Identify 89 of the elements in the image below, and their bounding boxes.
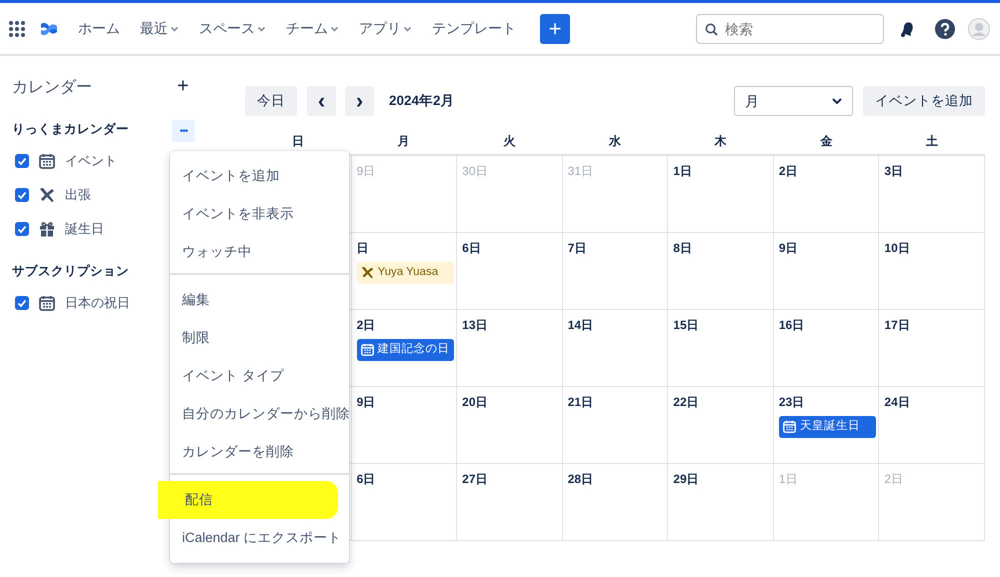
weekday-heading: 金 bbox=[819, 133, 834, 150]
menu-item[interactable]: ウォッチ中 bbox=[170, 233, 349, 271]
menu-item[interactable]: イベントを非表示 bbox=[170, 195, 349, 233]
chevron-down-icon bbox=[257, 26, 266, 32]
date-label: 9日 bbox=[778, 240, 798, 257]
nav-menu-item[interactable]: テンプレート bbox=[424, 18, 524, 39]
sidebar-title: カレンダー bbox=[12, 78, 93, 98]
calendar-name: 出張 bbox=[65, 186, 91, 204]
nav-menu-item[interactable]: 最近 bbox=[132, 18, 187, 39]
menu-item[interactable]: 編集 bbox=[170, 281, 349, 319]
weekday-heading: 月 bbox=[396, 133, 411, 150]
today-button[interactable]: 今日 bbox=[245, 86, 297, 116]
help-icon[interactable] bbox=[935, 18, 955, 38]
date-label: 3日 bbox=[884, 163, 904, 180]
event-chip[interactable]: 建国記念の日 bbox=[356, 338, 454, 360]
date-label: 6日 bbox=[356, 471, 376, 488]
weekday-heading: 水 bbox=[608, 133, 622, 150]
section-heading: りっくまカレンダー bbox=[12, 121, 130, 138]
date-label: 24日 bbox=[884, 394, 910, 411]
checkbox[interactable] bbox=[15, 154, 29, 168]
date-label: 29日 bbox=[673, 471, 699, 488]
checkbox[interactable] bbox=[15, 296, 29, 310]
weekday-heading: 土 bbox=[925, 133, 940, 150]
date-label: 2日 bbox=[884, 471, 904, 488]
nav-menu-item[interactable]: スペース bbox=[191, 18, 274, 39]
app-switcher-icon[interactable] bbox=[8, 20, 26, 38]
calendar-icon bbox=[360, 343, 374, 356]
chevron-down-icon bbox=[170, 26, 179, 32]
next-button[interactable]: › bbox=[345, 86, 374, 116]
weekday-heading: 木 bbox=[713, 133, 728, 150]
gift-icon bbox=[39, 221, 55, 237]
chevron-down-icon bbox=[330, 26, 339, 32]
menu-item[interactable]: イベント タイプ bbox=[170, 357, 349, 395]
previous-button[interactable]: ‹ bbox=[307, 86, 336, 116]
menu-item[interactable]: カレンダーを削除 bbox=[170, 433, 349, 471]
date-label: 30日 bbox=[462, 163, 488, 180]
more-button[interactable]: ••• bbox=[172, 120, 195, 142]
nav-menu-item[interactable]: アプリ bbox=[351, 18, 420, 39]
date-label: 9日 bbox=[356, 163, 376, 180]
calendar-name: イベント bbox=[65, 152, 117, 170]
menu-item[interactable]: 配信 bbox=[158, 481, 338, 519]
menu-item[interactable]: イベントを追加 bbox=[170, 157, 349, 195]
calendar-name: 誕生日 bbox=[65, 220, 104, 238]
date-label: 23日 bbox=[778, 394, 804, 411]
calendar-icon bbox=[39, 153, 55, 169]
chevron-down-icon bbox=[832, 98, 842, 104]
add-calendar-button[interactable]: + bbox=[172, 76, 194, 96]
month-title: 2024年2月 bbox=[389, 92, 455, 110]
date-label: 8日 bbox=[673, 240, 692, 257]
calendar-icon bbox=[782, 420, 796, 433]
date-label: 1日 bbox=[673, 163, 692, 180]
calendar-name: 日本の祝日 bbox=[65, 294, 130, 312]
date-label: 6日 bbox=[462, 240, 481, 257]
date-label: 20日 bbox=[462, 394, 488, 411]
section-heading: サブスクリプション bbox=[12, 263, 130, 280]
date-label: 31日 bbox=[568, 163, 594, 180]
checkbox[interactable] bbox=[15, 222, 29, 236]
chevron-down-icon bbox=[403, 26, 412, 32]
nav-menu-item[interactable]: ホーム bbox=[70, 18, 128, 39]
nav-menu-item[interactable]: チーム bbox=[278, 18, 347, 39]
date-label: 15日 bbox=[673, 317, 699, 334]
date-label: 10日 bbox=[884, 240, 910, 257]
date-label: 14日 bbox=[568, 317, 594, 334]
event-chip[interactable]: 天皇誕生日 bbox=[778, 416, 876, 438]
weekday-heading: 火 bbox=[502, 133, 516, 150]
event-chip[interactable]: Yuya Yuasa bbox=[356, 262, 454, 284]
date-label: 21日 bbox=[568, 394, 594, 411]
date-label: 9日 bbox=[356, 394, 376, 411]
date-label: 7日 bbox=[568, 240, 586, 257]
date-label: 1日 bbox=[778, 471, 798, 488]
date-label: 22日 bbox=[673, 394, 699, 411]
date-label: 13日 bbox=[462, 317, 488, 334]
date-label: 2日 bbox=[356, 317, 376, 334]
checkbox[interactable] bbox=[15, 188, 29, 202]
date-label: 2日 bbox=[778, 163, 798, 180]
date-label: 28日 bbox=[568, 471, 594, 488]
weekday-heading: 日 bbox=[290, 133, 305, 150]
add-event-button[interactable]: イベントを追加 bbox=[863, 86, 985, 116]
menu-item[interactable]: 自分のカレンダーから削除 bbox=[170, 395, 349, 433]
date-label: 日 bbox=[356, 240, 369, 257]
calendar-icon bbox=[39, 295, 55, 311]
search-field[interactable]: 検索 bbox=[696, 14, 884, 44]
date-label: 16日 bbox=[778, 317, 804, 334]
create-button[interactable]: + bbox=[540, 14, 570, 44]
menu-item[interactable]: iCalendar にエクスポート bbox=[170, 519, 349, 557]
view-select[interactable]: 月 bbox=[734, 86, 853, 116]
date-label: 27日 bbox=[462, 471, 488, 488]
menu-item[interactable]: 制限 bbox=[170, 319, 349, 357]
date-label: 17日 bbox=[884, 317, 910, 334]
